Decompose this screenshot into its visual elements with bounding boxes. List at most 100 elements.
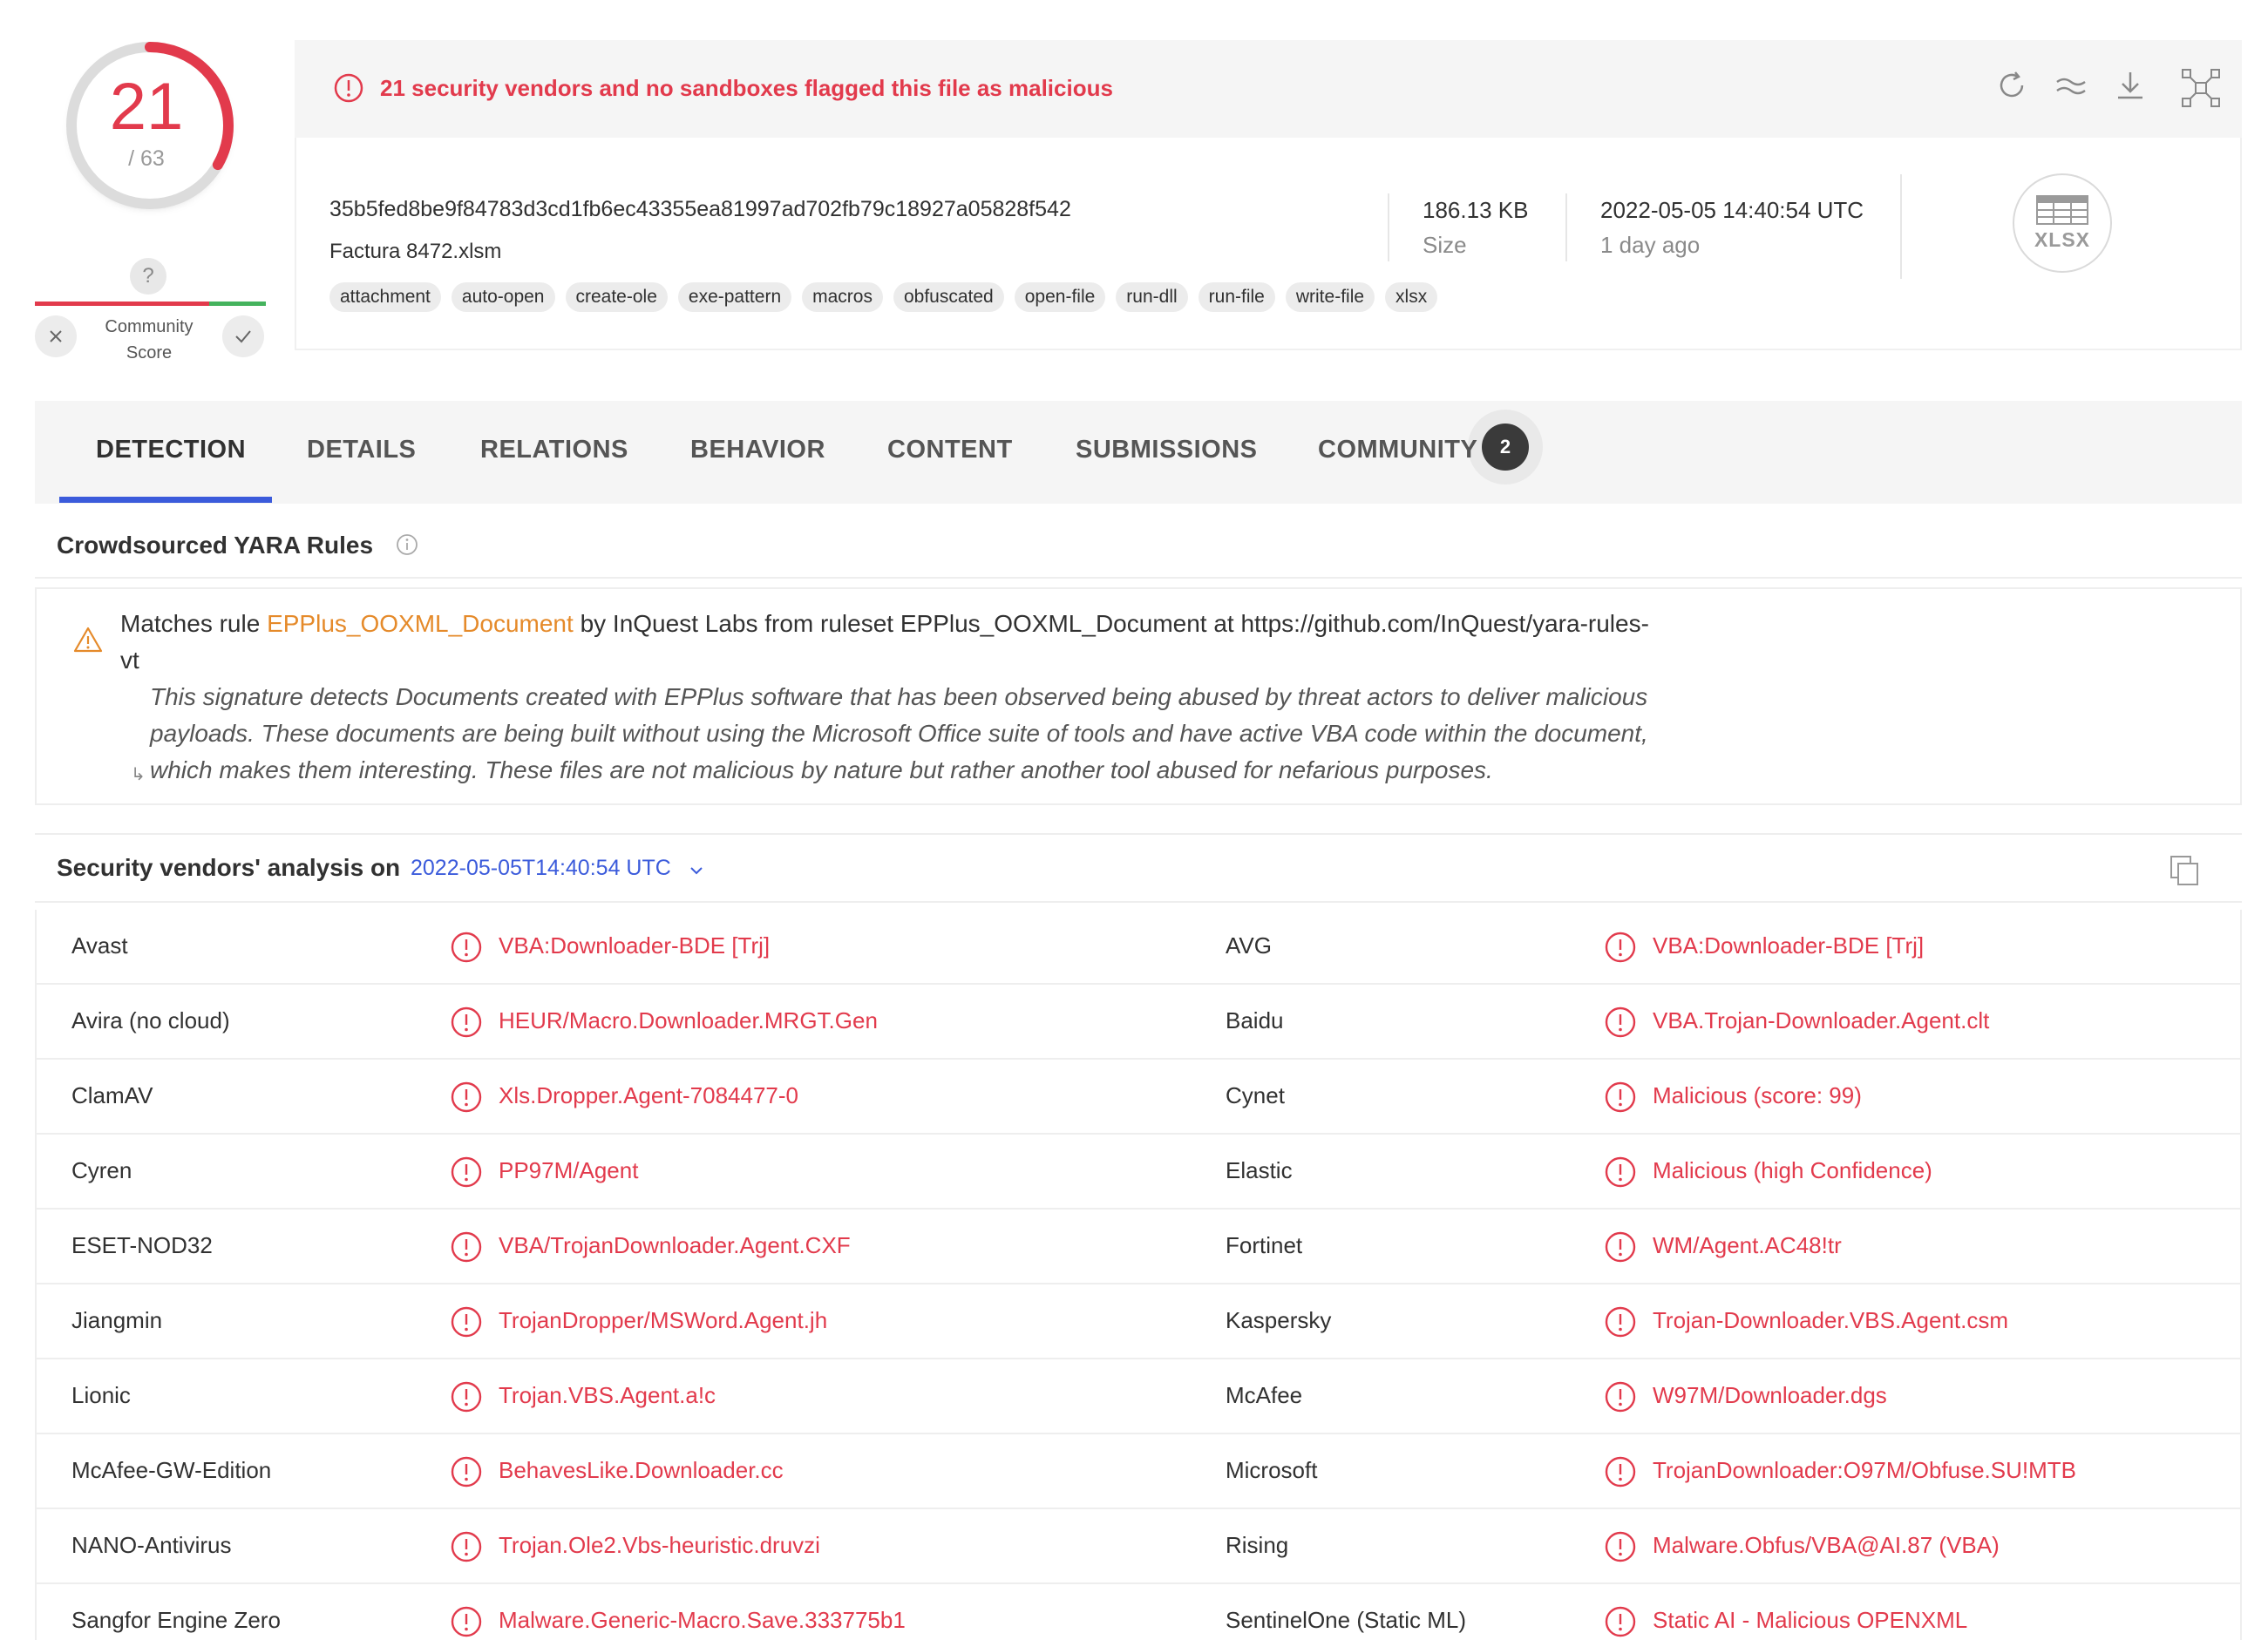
vendor-result: TrojanDropper/MSWord.Agent.jh — [499, 1307, 828, 1333]
tag[interactable]: create-ole — [565, 282, 668, 312]
vendors-table: Avast VBA:Downloader-BDE [Trj] AVG VBA:D… — [35, 910, 2242, 1640]
yara-match-line-wrap: vt — [120, 647, 139, 674]
alert-circle-icon — [1605, 1531, 1636, 1562]
tab-behavior[interactable]: BEHAVIOR — [690, 436, 825, 464]
similar-icon[interactable] — [2054, 68, 2088, 103]
alert-circle-icon — [1605, 1381, 1636, 1413]
tab-detection[interactable]: DETECTION — [96, 436, 246, 464]
vendor-result: Trojan.Ole2.Vbs-heuristic.druvzi — [499, 1532, 820, 1558]
tag[interactable]: exe-pattern — [677, 282, 792, 312]
vendor-name: Microsoft — [1226, 1457, 1318, 1483]
vendor-result: Malicious (score: 99) — [1653, 1082, 1862, 1108]
file-name: Factura 8472.xlsm — [329, 240, 502, 263]
table-row: NANO-Antivirus Trojan.Ole2.Vbs-heuristic… — [37, 1509, 2240, 1584]
alert-circle-icon — [334, 73, 363, 103]
graph-icon[interactable] — [2181, 68, 2221, 108]
vendor-result: TrojanDownloader:O97M/Obfuse.SU!MTB — [1653, 1457, 2077, 1483]
alert-circle-icon — [451, 1531, 482, 1562]
table-row: Sangfor Engine Zero Malware.Generic-Macr… — [37, 1584, 2240, 1640]
file-size-value: 186.13 KB — [1423, 197, 1529, 223]
divider — [1565, 193, 1567, 261]
vendor-name: Kaspersky — [1226, 1307, 1332, 1333]
tag[interactable]: run-dll — [1116, 282, 1188, 312]
reanalyze-icon[interactable] — [1994, 68, 2029, 103]
tag[interactable]: open-file — [1014, 282, 1106, 312]
yara-match-line: Matches rule EPPlus_OOXML_Document by In… — [120, 610, 1649, 637]
community-count-badge: 2 — [1482, 424, 1529, 471]
table-row: Jiangmin TrojanDropper/MSWord.Agent.jh K… — [37, 1284, 2240, 1359]
alert-circle-icon — [1605, 1156, 1636, 1188]
yara-description-line: This signature detects Documents created… — [150, 683, 1648, 710]
alert-circle-icon — [1605, 1306, 1636, 1338]
table-row: Avira (no cloud) HEUR/Macro.Downloader.M… — [37, 985, 2240, 1060]
tab-relations[interactable]: RELATIONS — [480, 436, 628, 464]
community-score-label: Community Score — [105, 317, 194, 363]
yara-section-title: Crowdsourced YARA Rules — [57, 532, 374, 559]
alert-circle-icon — [451, 1381, 482, 1413]
vendor-result: VBA.Trojan-Downloader.Agent.clt — [1653, 1007, 1990, 1033]
chevron-down-icon[interactable] — [687, 861, 706, 880]
file-tags: attachment auto-open create-ole exe-patt… — [329, 282, 1438, 312]
vendor-name: ESET-NOD32 — [71, 1232, 213, 1258]
alert-circle-icon — [1605, 1231, 1636, 1263]
tag[interactable]: run-file — [1198, 282, 1275, 312]
analysis-date-selector[interactable]: 2022-05-05T14:40:54 UTC — [411, 856, 671, 881]
vendor-result: PP97M/Agent — [499, 1157, 639, 1183]
vendor-result: WM/Agent.AC48!tr — [1653, 1232, 1842, 1258]
yara-description-line: payloads. These documents are being buil… — [150, 720, 1648, 747]
table-row: ClamAV Xls.Dropper.Agent-7084477-0 Cynet… — [37, 1060, 2240, 1135]
alert-circle-icon — [1605, 1081, 1636, 1113]
download-icon[interactable] — [2113, 68, 2148, 103]
wrap-icon: ↳ — [131, 765, 146, 784]
community-score-unknown: ? — [130, 258, 166, 295]
table-row: McAfee-GW-Edition BehavesLike.Downloader… — [37, 1434, 2240, 1509]
vendor-name: Cyren — [71, 1157, 132, 1183]
tab-submissions[interactable]: SUBMISSIONS — [1076, 436, 1258, 464]
warning-icon — [73, 627, 103, 653]
vendor-name: Sangfor Engine Zero — [71, 1607, 281, 1633]
vendor-result: W97M/Downloader.dgs — [1653, 1382, 1887, 1408]
vendor-name: NANO-Antivirus — [71, 1532, 232, 1558]
yara-rule-link[interactable]: EPPlus_OOXML_Document — [267, 610, 574, 637]
vendor-result: VBA/TrojanDownloader.Agent.CXF — [499, 1232, 851, 1258]
engine-total: / 63 — [128, 146, 165, 171]
tab-community[interactable]: COMMUNITY — [1318, 436, 1477, 464]
tab-details[interactable]: DETAILS — [307, 436, 416, 464]
copy-icon[interactable] — [2169, 854, 2200, 887]
file-size-label: Size — [1423, 232, 1467, 258]
info-icon[interactable] — [396, 533, 418, 556]
tag[interactable]: attachment — [329, 282, 441, 312]
alert-circle-icon — [451, 1231, 482, 1263]
vendors-section-title: Security vendors' analysis on — [57, 854, 401, 881]
tag[interactable]: macros — [802, 282, 883, 312]
vendor-result: BehavesLike.Downloader.cc — [499, 1457, 784, 1483]
close-icon — [50, 330, 62, 342]
vote-harmless-button[interactable] — [222, 315, 264, 357]
vendor-name: McAfee — [1226, 1382, 1303, 1408]
alert-circle-icon — [451, 932, 482, 963]
table-row: Avast VBA:Downloader-BDE [Trj] AVG VBA:D… — [37, 910, 2240, 985]
vendor-result: Malicious (high Confidence) — [1653, 1157, 1932, 1183]
vendor-name: Cynet — [1226, 1082, 1285, 1108]
tag[interactable]: xlsx — [1385, 282, 1438, 312]
tag[interactable]: auto-open — [451, 282, 555, 312]
vendor-result: VBA:Downloader-BDE [Trj] — [1653, 932, 1925, 959]
tab-content[interactable]: CONTENT — [887, 436, 1013, 464]
alert-circle-icon — [1605, 932, 1636, 963]
divider — [1900, 174, 1902, 279]
alert-circle-icon — [1605, 1006, 1636, 1038]
community-bar-harmless — [209, 302, 266, 306]
active-tab-indicator — [59, 497, 272, 503]
community-bar-malicious — [35, 302, 209, 306]
tag[interactable]: obfuscated — [893, 282, 1004, 312]
alert-message: 21 security vendors and no sandboxes fla… — [380, 75, 1113, 101]
divider — [1388, 193, 1389, 261]
vendor-name: ClamAV — [71, 1082, 153, 1108]
tag[interactable]: write-file — [1285, 282, 1375, 312]
vote-malicious-button[interactable] — [35, 315, 77, 357]
file-hash[interactable]: 35b5fed8be9f84783d3cd1fb6ec43355ea81997a… — [329, 197, 1071, 222]
yara-description-line: which makes them interesting. These file… — [150, 756, 1493, 783]
vendor-name: AVG — [1226, 932, 1272, 959]
vendor-name: Baidu — [1226, 1007, 1284, 1033]
alert-circle-icon — [451, 1456, 482, 1488]
